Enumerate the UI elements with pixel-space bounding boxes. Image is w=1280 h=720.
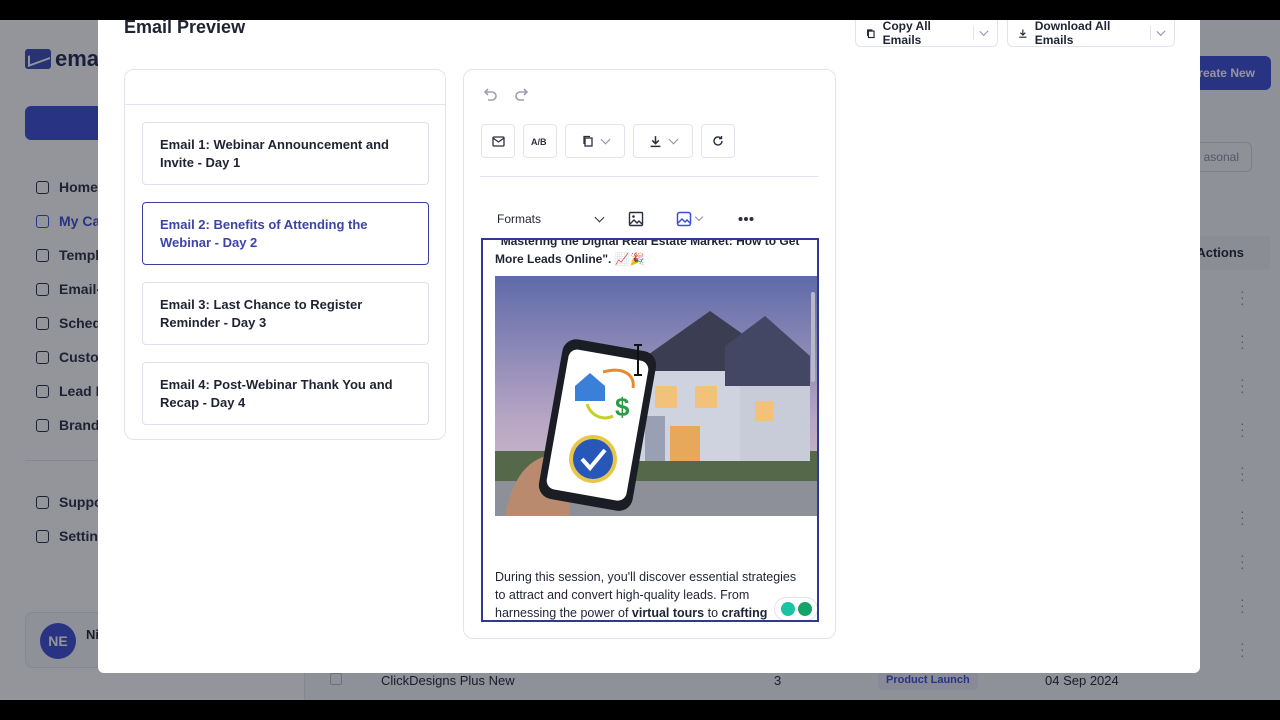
download-icon [650,135,661,147]
toolbar-divider [480,176,819,177]
email-content-editor[interactable]: "Mastering the Digital Real Estate Marke… [481,238,819,622]
text-cursor-icon [634,344,642,376]
chevron-down-icon [668,134,679,144]
download-all-emails-label: Download All Emails [1034,19,1111,47]
more-horizontal-icon [738,217,754,221]
regenerate-button[interactable] [701,124,735,158]
svg-text:$: $ [615,392,630,422]
grammarly-widget[interactable] [775,598,817,620]
grammarly-icon[interactable] [797,602,812,616]
chevron-down-icon[interactable] [1156,26,1166,36]
chevron-down-icon [600,134,610,144]
email-list-item[interactable]: Email 1: Webinar Announcement and Invite… [142,122,429,185]
modal-title: Email Preview [124,17,246,37]
redo-icon[interactable] [512,86,532,106]
hero-image[interactable]: $ [495,276,818,516]
undo-icon[interactable] [480,86,500,106]
ab-test-icon: A/B [531,137,547,147]
insert-image-button[interactable] [628,208,644,230]
copy-dropdown-button[interactable] [565,124,625,158]
email-body-text: During this session, you'll discover ess… [495,568,809,620]
image-options-dropdown[interactable] [676,208,704,230]
body-bold-segment: virtual tours [631,606,705,620]
chevron-down-icon [594,212,605,222]
email-editor-panel: A/B Formats "Mastering the Digital Real … [463,69,836,639]
button-divider [972,26,974,40]
email-list-item-active[interactable]: Email 2: Benefits of Attending the Webin… [142,202,429,265]
email-lead-text: "Mastering the Digital Real Estate Marke… [495,238,809,268]
copy-all-emails-button[interactable]: Copy All Emails [855,19,998,47]
body-text-segment: to [704,606,722,620]
ab-test-button[interactable]: A/B [523,124,557,158]
email-list-item[interactable]: Email 4: Post-Webinar Thank You and Reca… [142,362,429,425]
chevron-down-icon[interactable] [979,26,989,36]
send-email-button[interactable] [481,124,515,158]
copy-icon [582,135,593,147]
copy-all-emails-label: Copy All Emails [882,19,931,47]
body-bold-segment: crafting [721,606,768,620]
image-icon [628,211,644,227]
lead-line-2: More Leads Online". 📈🎉 [495,252,645,266]
editor-scrollbar[interactable] [811,292,815,382]
image-edit-icon [676,211,692,227]
copy-icon [867,28,875,38]
email-list-panel: Email 1: Webinar Announcement and Invite… [124,69,446,440]
download-dropdown-button[interactable] [633,124,693,158]
refresh-icon [713,136,723,146]
lead-line-1: "Mastering the Digital Real Estate Marke… [495,238,800,248]
email-preview-modal: Email Preview Copy All Emails Download A… [98,17,1200,673]
button-divider [1149,26,1151,40]
svg-text:A/B: A/B [531,137,547,147]
formats-dropdown[interactable]: Formats [497,208,607,230]
panel-header-divider [125,104,445,105]
download-all-emails-button[interactable]: Download All Emails [1007,19,1175,47]
formats-label: Formats [497,212,542,226]
lightbulb-icon[interactable] [780,602,795,616]
download-icon [1019,28,1027,38]
chevron-down-icon [694,212,704,222]
more-options-button[interactable] [738,208,754,230]
email-list-item[interactable]: Email 3: Last Chance to Register Reminde… [142,282,429,345]
mail-icon [491,135,505,147]
